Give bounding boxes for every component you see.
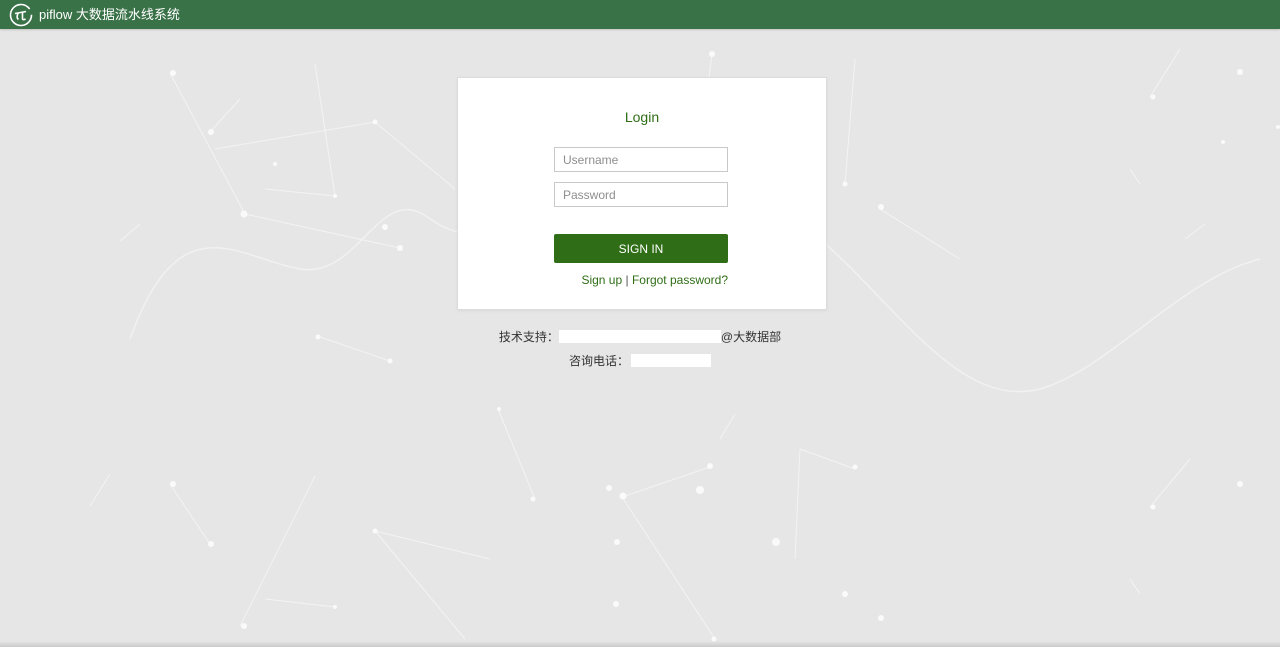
support-label: 技术支持： (498, 330, 559, 344)
sign-up-link[interactable]: Sign up (581, 273, 622, 287)
auth-links: Sign up | Forgot password? (554, 273, 728, 288)
phone-info: 咨询电话： (0, 354, 1280, 369)
link-separator: | (625, 273, 629, 287)
header-bar: piflow 大数据流水线系统 (0, 0, 1280, 29)
forgot-password-link[interactable]: Forgot password? (632, 273, 728, 287)
login-card: Login SIGN IN Sign up | Forgot password? (457, 77, 827, 310)
password-input[interactable] (554, 182, 728, 207)
sign-in-button[interactable]: SIGN IN (554, 234, 728, 263)
login-title: Login (624, 109, 660, 125)
redacted-support-contact (558, 330, 721, 343)
app-title: piflow 大数据流水线系统 (39, 7, 180, 22)
username-input[interactable] (554, 147, 728, 172)
piflow-logo-icon[interactable] (9, 3, 33, 27)
support-suffix: @大数据部 (720, 330, 782, 344)
phone-label: 咨询电话： (568, 354, 629, 368)
support-info: 技术支持： @大数据部 (0, 330, 1280, 345)
redacted-phone-number (631, 354, 711, 367)
bottom-edge-shadow (0, 641, 1280, 647)
